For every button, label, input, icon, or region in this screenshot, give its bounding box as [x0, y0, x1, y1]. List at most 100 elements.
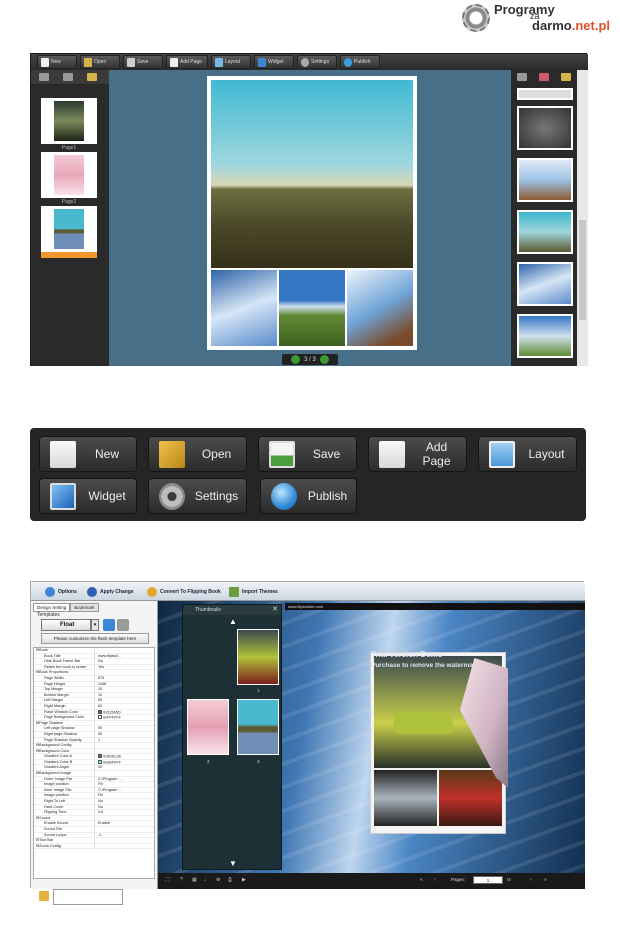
settings-button[interactable]: Settings [148, 478, 247, 514]
property-value[interactable]: 0x515A5D [94, 709, 154, 715]
property-value[interactable] [94, 720, 154, 726]
page-folder-icon[interactable] [87, 73, 97, 81]
property-value[interactable] [94, 648, 154, 653]
toolbar-save-button[interactable]: Save [123, 55, 163, 69]
library-scrollbar[interactable] [577, 70, 588, 366]
property-value[interactable] [94, 743, 154, 748]
property-value[interactable]: 1 [94, 737, 154, 743]
scrollbar-thumb[interactable] [579, 220, 586, 320]
last-page-icon[interactable]: » [544, 877, 550, 884]
toolbar-settings-button[interactable]: Settings [297, 55, 337, 69]
import-themes-menu-item[interactable]: Import Themes [229, 585, 278, 598]
template-dropdown-arrow[interactable]: ▾ [91, 619, 99, 631]
prev-page-icon[interactable] [291, 355, 301, 364]
convert-menu-item[interactable]: Convert To Flipping Book [147, 585, 221, 598]
library-image[interactable] [517, 314, 573, 358]
property-value[interactable]: 10 [94, 692, 154, 698]
scroll-down-icon[interactable]: ▼ [229, 859, 237, 868]
library-image[interactable] [517, 262, 573, 306]
widget-button[interactable]: Widget [39, 478, 137, 514]
property-value[interactable]: www.flipbuil... [94, 653, 154, 659]
thumbnail-page-2[interactable] [187, 699, 229, 755]
property-value[interactable]: 0xFFFFFF [94, 715, 154, 720]
open-button[interactable]: Open [148, 436, 247, 472]
property-value[interactable] [94, 843, 154, 849]
property-value[interactable]: 0x6AFFFF [94, 759, 154, 765]
thumbnail-page-3[interactable] [237, 699, 279, 755]
zoom-icon[interactable]: ⊕ [216, 877, 222, 884]
library-image[interactable] [517, 158, 573, 202]
property-value[interactable] [94, 827, 154, 832]
insert-page-icon[interactable] [39, 73, 49, 81]
save-template-icon[interactable] [103, 619, 115, 631]
image-folder-icon[interactable] [561, 73, 571, 81]
toolbar-open-button[interactable]: Open [80, 55, 120, 69]
library-image[interactable] [517, 88, 573, 100]
sound-icon[interactable]: ♩ [204, 877, 210, 884]
add-page-button[interactable]: Add Page [368, 436, 467, 472]
property-value[interactable]: 60 [94, 703, 154, 709]
save-button[interactable]: Save [258, 436, 357, 472]
page-thumb-2[interactable]: Page2 [41, 152, 97, 205]
print-icon[interactable]: ⎙ [228, 877, 234, 884]
property-value[interactable]: 876 [94, 675, 154, 681]
help-icon[interactable]: ? [180, 877, 186, 884]
close-icon[interactable]: ✕ [272, 605, 278, 615]
property-value[interactable]: 90 [94, 765, 154, 771]
property-value[interactable]: No [94, 799, 154, 804]
prev-page-icon[interactable]: ‹ [434, 877, 440, 884]
property-value[interactable]: 90 [94, 726, 154, 731]
property-value[interactable]: C:\Program ... [94, 776, 154, 782]
toolbar-new-button[interactable]: New [37, 55, 77, 69]
page-number-input[interactable]: 1 [473, 876, 503, 884]
property-value[interactable]: Yes [94, 664, 154, 670]
property-value[interactable]: No [94, 659, 154, 664]
bottom-input-box[interactable] [53, 889, 123, 905]
property-value[interactable] [94, 815, 154, 821]
customize-template-button[interactable]: Please customize the flash template here [41, 633, 149, 644]
page-thumb-1[interactable]: Page1 [41, 98, 97, 151]
property-value[interactable]: 55 [94, 731, 154, 737]
template-select[interactable]: Float [41, 619, 91, 631]
add-image-icon[interactable] [517, 73, 527, 81]
property-value[interactable] [94, 748, 154, 754]
property-value[interactable]: Fill [94, 782, 154, 787]
next-page-icon[interactable]: › [530, 877, 536, 884]
toolbar-widget-button[interactable]: Widget [254, 55, 294, 69]
scroll-up-icon[interactable]: ▲ [229, 617, 237, 626]
first-page-icon[interactable]: « [420, 877, 426, 884]
property-value[interactable]: No [94, 804, 154, 810]
toolbar-layout-button[interactable]: Layout [211, 55, 251, 69]
thumbnails-icon[interactable]: ▦ [192, 877, 198, 884]
thumbnail-page-1[interactable] [237, 629, 279, 685]
publish-button[interactable]: Publish [260, 478, 357, 514]
library-image[interactable] [517, 210, 573, 254]
template-settings-icon[interactable] [117, 619, 129, 631]
property-category[interactable]: ⊟Zoom Config [34, 843, 154, 850]
property-value[interactable] [94, 670, 154, 675]
apply-change-menu-item[interactable]: Apply Change [87, 585, 134, 598]
property-value[interactable]: 0.6 [94, 810, 154, 815]
property-value[interactable]: C:\Program ... [94, 787, 154, 793]
layout-button[interactable]: Layout [478, 436, 577, 472]
remove-image-icon[interactable] [539, 73, 549, 81]
property-value[interactable] [94, 838, 154, 843]
toolbar-add-page-button[interactable]: Add Page [166, 55, 208, 69]
property-value[interactable]: Fill [94, 793, 154, 799]
delete-page-icon[interactable] [63, 73, 73, 81]
library-image[interactable] [517, 106, 573, 150]
property-value[interactable]: 1168 [94, 681, 154, 687]
tab-design-setting[interactable]: Design Setting [33, 603, 71, 612]
autoplay-icon[interactable]: ▶ [242, 877, 248, 884]
property-value[interactable]: -1 [94, 832, 154, 838]
property-value[interactable] [94, 771, 154, 776]
property-value[interactable]: 0x5D6C2E [94, 754, 154, 759]
next-page-icon[interactable] [319, 355, 329, 364]
property-grid[interactable]: ⊟Book Book Title www.flipbuil... Hide Book … [33, 647, 155, 879]
new-button[interactable]: New [39, 436, 137, 472]
tab-bookmark[interactable]: Bookmark [70, 603, 99, 612]
options-menu-item[interactable]: Options [45, 585, 77, 598]
property-value[interactable]: 10 [94, 687, 154, 692]
page-thumb-3-selected[interactable] [41, 206, 97, 258]
property-value[interactable]: 60 [94, 698, 154, 703]
